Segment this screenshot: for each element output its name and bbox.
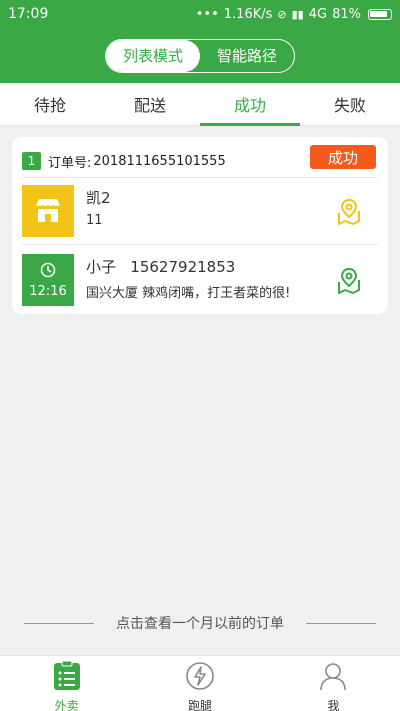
nav-me-label: 我 [327,699,340,711]
delivery-time-tile: 12:16 [22,254,74,306]
lightning-icon [185,661,215,695]
battery-percent: 81% [332,6,361,22]
delivery-location-icon[interactable] [334,266,364,296]
mode-smart-route-button[interactable]: 智能路径 [200,40,294,72]
nav-takeout[interactable]: 外卖 [0,656,133,711]
history-link-row: 点击查看一个月以前的订单 [0,610,400,636]
tab-failed[interactable]: 失败 [300,83,400,125]
tab-pending[interactable]: 待抢 [0,83,100,125]
order-status-tabs: 待抢 配送 成功 失败 [0,83,400,126]
divider [306,622,376,624]
network-speed: 1.16K/s [223,6,273,22]
status-bar: 17:09 ••• 1.16K/s ⊘ ▮▮ 4G 81% [0,0,400,28]
battery-icon [368,8,392,20]
mode-switch: 列表模式 智能路径 [105,38,295,73]
delivery-time: 12:16 [29,283,67,299]
view-older-orders-link[interactable]: 点击查看一个月以前的订单 [116,613,284,633]
tab-success[interactable]: 成功 [200,83,300,126]
alarm-off-icon: ⊘ [277,7,287,21]
network-type: 4G [308,6,328,22]
nav-me[interactable]: 我 [267,656,400,711]
status-indicators: ••• 1.16K/s ⊘ ▮▮ 4G 81% [196,7,392,22]
bottom-nav: 外卖 跑腿 我 [0,655,400,711]
pickup-name: 凯2 [86,189,111,207]
divider [22,177,378,178]
status-badge: 成功 [310,145,376,169]
clock-icon [40,262,56,282]
tab-delivering[interactable]: 配送 [100,83,200,125]
order-index-badge: 1 [22,152,41,170]
person-icon [318,661,348,695]
status-dots: ••• [195,6,219,22]
pickup-row: 凯2 11 [22,185,378,239]
pickup-location-icon[interactable] [334,197,364,227]
mode-list-button[interactable]: 列表模式 [106,39,200,72]
recipient-name-phone: 小子 15627921853 [86,258,236,276]
list-icon [53,660,81,695]
signal-icon: ▮▮ [291,7,304,21]
order-card[interactable]: 1 订单号: 2018111655101555 成功 凯2 11 12:16 小… [12,137,388,314]
divider [24,622,94,624]
order-number: 2018111655101555 [93,153,226,169]
nav-errand[interactable]: 跑腿 [133,656,266,711]
status-time: 17:09 [8,6,49,22]
order-header: 1 订单号: 2018111655101555 成功 [22,145,378,177]
pickup-address: 11 [86,213,103,228]
order-number-label: 订单号: [48,155,92,171]
nav-errand-label: 跑腿 [187,699,212,711]
delivery-row: 12:16 小子 15627921853 国兴大厦 辣鸡闭嘴，打王者菜的很! [22,254,378,308]
divider [22,244,378,245]
shop-icon [22,185,74,237]
delivery-address: 国兴大厦 辣鸡闭嘴，打王者菜的很! [86,286,291,301]
nav-takeout-label: 外卖 [54,699,79,711]
header: 列表模式 智能路径 [0,28,400,83]
